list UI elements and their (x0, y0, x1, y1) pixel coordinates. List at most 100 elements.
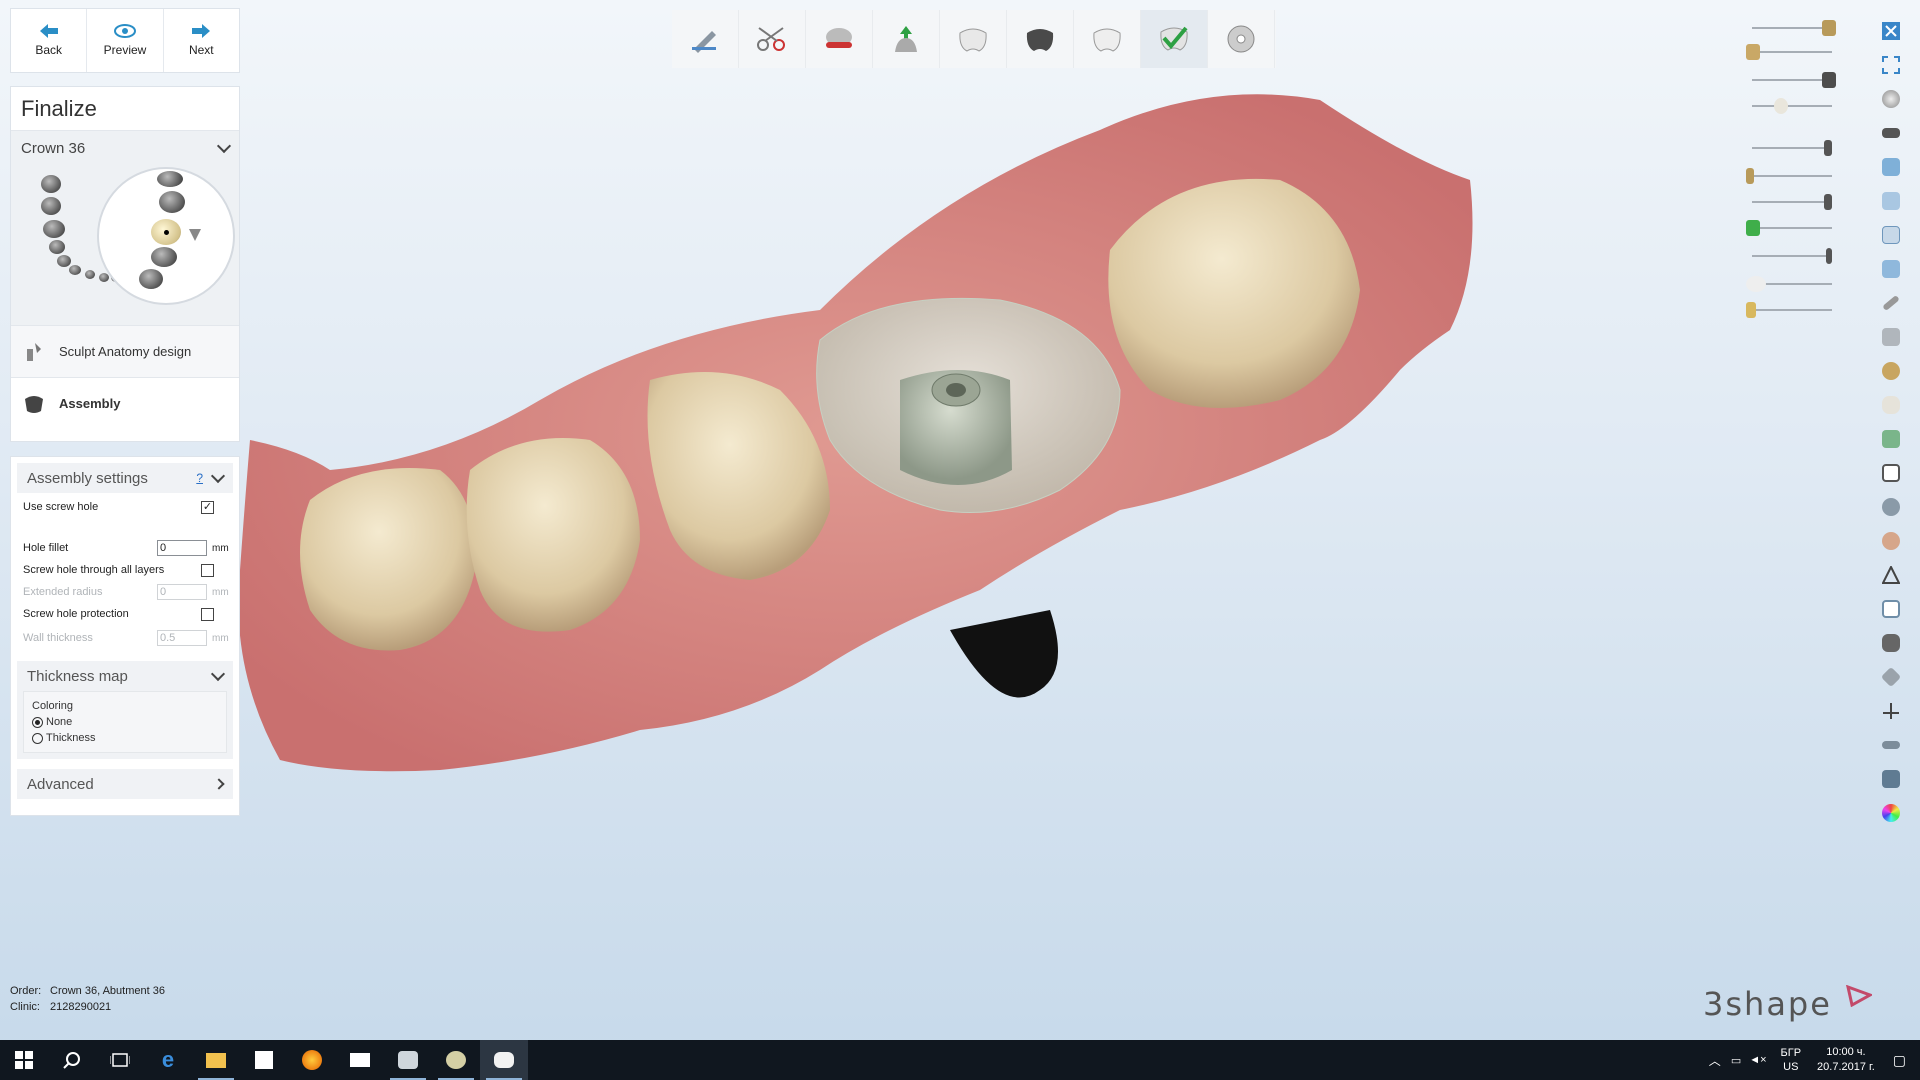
visibility-slider-preparation[interactable] (1744, 300, 1840, 320)
visibility-slider-crown-shell[interactable] (1744, 96, 1840, 116)
visibility-slider-scanbody[interactable] (1744, 166, 1840, 186)
axis-button[interactable] (1877, 694, 1905, 728)
tooth-picker[interactable] (11, 165, 239, 325)
tooth-view-button[interactable] (1877, 388, 1905, 422)
view-top-button[interactable] (1877, 218, 1905, 252)
toolbar-cut-button[interactable] (739, 10, 806, 68)
dental-system-button[interactable] (384, 1040, 432, 1080)
tooth-icon[interactable] (159, 191, 185, 213)
edge-button[interactable]: e (144, 1040, 192, 1080)
toolbar-sculpt-button[interactable] (1074, 10, 1141, 68)
radio-button[interactable] (32, 716, 43, 728)
tooth-icon[interactable] (57, 255, 71, 267)
store-button[interactable] (240, 1040, 288, 1080)
advanced-section[interactable]: Advanced (17, 769, 233, 799)
toolbar-finalize-button[interactable] (1141, 10, 1208, 68)
toolbar-export-button[interactable] (1208, 10, 1275, 68)
language-indicator[interactable]: БГР US (1781, 1046, 1802, 1074)
screw-hole-protection-checkbox[interactable] (201, 607, 214, 621)
visibility-slider-screw[interactable] (1744, 192, 1840, 212)
ruler-view-button[interactable] (1877, 456, 1905, 490)
crown-selector[interactable]: Crown 36 (11, 131, 239, 165)
3d-viewport[interactable] (240, 70, 1480, 800)
tooth-icon (1882, 396, 1900, 414)
view-front-button[interactable] (1877, 150, 1905, 184)
visibility-slider-implant[interactable] (1744, 138, 1840, 158)
mail-button[interactable] (336, 1040, 384, 1080)
toolbar-insertion-button[interactable] (873, 10, 940, 68)
fullscreen-button[interactable] (1877, 48, 1905, 82)
checklist-button[interactable] (1877, 592, 1905, 626)
assembly-settings-header[interactable]: Assembly settings ? (17, 463, 233, 493)
radio-button[interactable] (32, 732, 43, 744)
radio-thickness[interactable]: Thickness (32, 730, 218, 746)
upload-button[interactable] (1877, 422, 1905, 456)
chevron-down-icon (210, 666, 226, 682)
toolbar-anatomy-button[interactable] (940, 10, 1007, 68)
tooth-icon[interactable] (41, 175, 61, 193)
preview-button[interactable]: Preview (87, 9, 164, 72)
help-link[interactable]: ? (196, 471, 203, 485)
toolbar-coping-button[interactable] (1007, 10, 1074, 68)
order-info: Order: Crown 36, Abutment 36 Clinic: 21282… (10, 983, 165, 1015)
advanced-header[interactable]: Advanced (17, 769, 233, 799)
lab-button[interactable] (1877, 762, 1905, 796)
clinic-label: Clinic: (10, 1001, 40, 1013)
dental-designer-button[interactable] (432, 1040, 480, 1080)
next-button[interactable]: Next (164, 9, 239, 72)
visibility-slider-crown[interactable] (1744, 18, 1840, 38)
thickness-map-header[interactable]: Thickness map (17, 661, 233, 691)
screenshot-button[interactable] (1877, 354, 1905, 388)
use-screw-hole-checkbox[interactable]: ✓ (201, 500, 214, 514)
cross-section-button[interactable] (1877, 320, 1905, 354)
view-sphere-button[interactable] (1877, 82, 1905, 116)
measure-button[interactable] (1877, 286, 1905, 320)
step-sculpt-anatomy[interactable]: Sculpt Anatomy design (11, 325, 239, 377)
warning-button[interactable] (1877, 558, 1905, 592)
volume-icon[interactable]: ◄× (1749, 1054, 1766, 1066)
tooth-icon[interactable] (43, 220, 65, 238)
scan-button[interactable] (1877, 490, 1905, 524)
search-button[interactable] (48, 1040, 96, 1080)
tooth-icon[interactable] (85, 270, 95, 279)
tools-button[interactable] (1877, 728, 1905, 762)
layers-button[interactable] (1877, 660, 1905, 694)
view-bottom-button[interactable] (1877, 252, 1905, 286)
start-button[interactable] (0, 1040, 48, 1080)
dental-crown-app-button[interactable] (480, 1040, 528, 1080)
tooth-icon[interactable] (151, 247, 177, 267)
visibility-slider-antagonist[interactable] (1744, 246, 1840, 266)
view-side-button[interactable] (1877, 184, 1905, 218)
chevron-up-icon[interactable]: ︿ (1709, 1052, 1721, 1069)
hole-fillet-input[interactable]: 0 (157, 540, 207, 556)
toolbar-margin-button[interactable] (672, 10, 739, 68)
back-button[interactable]: Back (11, 9, 88, 72)
tooth-icon[interactable] (41, 197, 61, 215)
tooth-icon[interactable] (69, 265, 81, 275)
close-button[interactable] (1877, 14, 1905, 48)
visibility-slider-gingiva[interactable] (1744, 218, 1840, 238)
visibility-slider-model[interactable] (1744, 274, 1840, 294)
visibility-slider-coping[interactable] (1744, 42, 1840, 62)
tooth-icon[interactable] (99, 273, 109, 282)
visibility-slider-anatomy[interactable] (1744, 70, 1840, 90)
network-icon[interactable]: ▭ (1731, 1054, 1741, 1067)
tooth-icon[interactable] (157, 171, 183, 187)
clock[interactable]: 10:00 ч. 20.7.2017 г. (1817, 1045, 1875, 1075)
color-button[interactable] (1877, 796, 1905, 830)
toolbar-crown-base-button[interactable] (806, 10, 873, 68)
tooth-icon[interactable] (139, 269, 163, 289)
notifications-icon[interactable]: ▢ (1893, 1052, 1906, 1069)
file-explorer-button[interactable] (192, 1040, 240, 1080)
workflow-toolbar (672, 10, 1276, 68)
tutorial-button[interactable] (1877, 116, 1905, 150)
face-button[interactable] (1877, 524, 1905, 558)
radio-none[interactable]: None (32, 714, 218, 730)
firefox-button[interactable] (288, 1040, 336, 1080)
task-view-button[interactable] (96, 1040, 144, 1080)
step-assembly[interactable]: Assembly (11, 377, 239, 429)
camera-button[interactable] (1877, 626, 1905, 660)
through-all-layers-checkbox[interactable] (201, 563, 214, 577)
tooth-icon[interactable] (49, 240, 65, 254)
section-icon (1882, 328, 1900, 346)
